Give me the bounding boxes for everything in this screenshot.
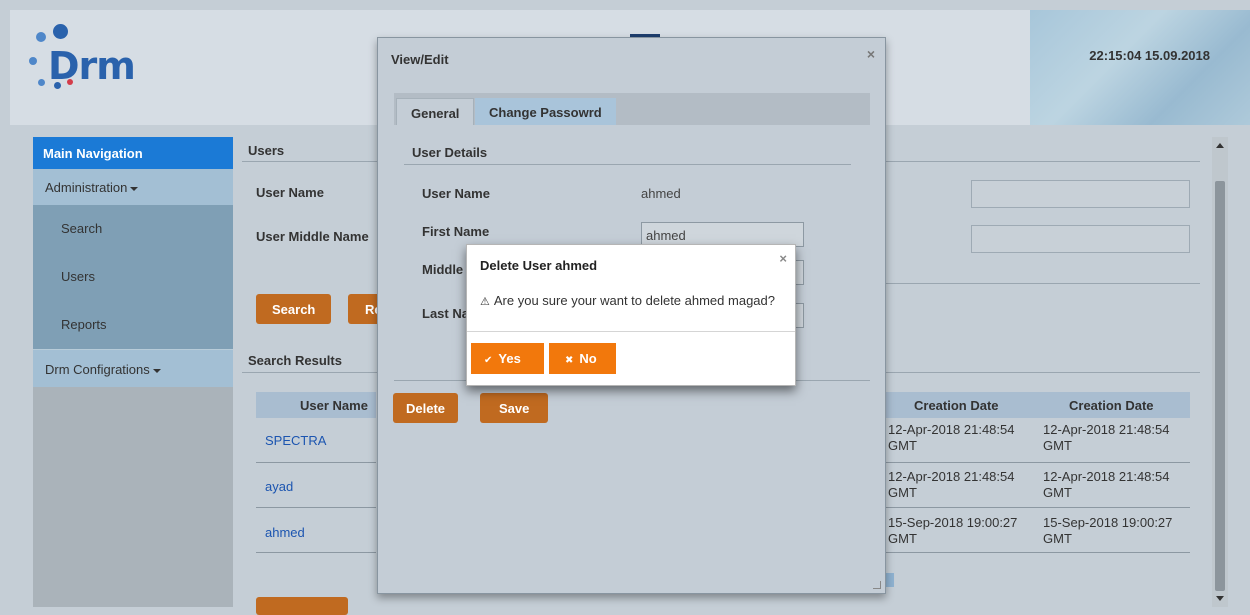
page-scrollbar[interactable] [1212, 137, 1228, 607]
search-field-2[interactable] [971, 225, 1190, 253]
sidebar-submenu: Search Users Reports [33, 205, 233, 349]
table-cell: 15-Sep-2018 19:00:27 GMT [1043, 515, 1173, 546]
modal-title: View/Edit [391, 52, 449, 67]
user-link-ahmed[interactable]: ahmed [265, 525, 305, 540]
tab-change-password[interactable]: Change Passowrd [475, 98, 616, 125]
sidebar-item-users[interactable]: Users [33, 253, 233, 301]
sidebar-item-label: Drm Configrations [45, 362, 150, 377]
tab-general[interactable]: General [396, 98, 475, 125]
search-field-1[interactable] [971, 180, 1190, 208]
sidebar-item-label: Administration [45, 180, 128, 195]
tab-bar: General Change Passowrd [394, 93, 870, 125]
table-cell: 12-Apr-2018 21:48:54 GMT [888, 422, 1015, 453]
resize-handle-icon[interactable] [873, 581, 881, 589]
divider [886, 283, 1200, 284]
no-button[interactable]: ✖ No [549, 343, 616, 374]
table-cell: 15-Sep-2018 19:00:27 GMT [888, 515, 1018, 546]
middle-name-label: Middle [422, 262, 464, 277]
warning-icon: ⚠ [480, 296, 490, 308]
row-divider [256, 507, 376, 508]
last-name-label: Last Na [422, 306, 469, 321]
row-divider [256, 552, 376, 553]
sidebar-item-administration[interactable]: Administration [33, 169, 233, 205]
user-middle-name-label: User Middle Name [256, 229, 369, 244]
user-details-title: User Details [412, 145, 488, 160]
first-name-label: First Name [422, 224, 490, 239]
users-section-title: Users [248, 143, 285, 158]
sidebar-title: Main Navigation [33, 137, 233, 169]
search-results-title: Search Results [248, 353, 342, 368]
divider [467, 331, 795, 332]
sidebar-item-configurations[interactable]: Drm Configrations [33, 349, 233, 387]
yes-label: Yes [498, 351, 521, 366]
divider [404, 164, 851, 165]
dialog-message-text: Are you sure your want to delete ahmed m… [493, 293, 775, 308]
dialog-title: Delete User ahmed [480, 258, 598, 273]
header-background-image [1030, 10, 1250, 125]
close-icon[interactable]: × [867, 46, 875, 62]
delete-button[interactable]: Delete [393, 393, 459, 423]
table-cell: 12-Apr-2018 21:48:54 GMT [1043, 422, 1170, 453]
close-icon[interactable]: × [779, 251, 787, 266]
column-header-user-name[interactable]: User Name [256, 392, 376, 418]
no-label: No [579, 351, 597, 366]
scroll-up-icon[interactable] [1216, 143, 1224, 148]
yes-button[interactable]: ✔ Yes [471, 343, 544, 374]
row-divider [886, 507, 1190, 508]
drm-logo: Drm [26, 24, 146, 104]
search-button[interactable]: Search [256, 294, 332, 324]
column-header-creation-date[interactable]: Creation Date Creation Date [886, 392, 1190, 418]
user-link-ayad[interactable]: ayad [265, 479, 293, 494]
delete-confirm-dialog: Delete User ahmed × ⚠ Are you sure your w… [466, 244, 796, 386]
bottom-button[interactable] [256, 597, 348, 615]
scroll-down-icon[interactable] [1216, 596, 1224, 601]
row-divider [256, 462, 376, 463]
user-link-spectra[interactable]: SPECTRA [265, 433, 326, 448]
clock: 22:15:04 15.09.2018 [1089, 48, 1210, 63]
row-divider [886, 552, 1190, 553]
caret-down-icon [152, 368, 161, 373]
table-cell: 12-Apr-2018 21:48:54 GMT [1043, 469, 1170, 500]
caret-down-icon [130, 186, 139, 191]
check-icon: ✔ [484, 355, 493, 366]
sidebar-item-reports[interactable]: Reports [33, 301, 233, 349]
table-cell: 12-Apr-2018 21:48:54 GMT [888, 469, 1015, 500]
save-button[interactable]: Save [480, 393, 549, 423]
sidebar: Main Navigation Administration Search Us… [33, 137, 233, 607]
row-divider [886, 462, 1190, 463]
user-name-value: ahmed [641, 186, 681, 201]
user-name-label: User Name [422, 186, 490, 201]
user-name-label: User Name [256, 185, 324, 200]
sidebar-item-search[interactable]: Search [33, 205, 233, 253]
x-icon: ✖ [565, 355, 574, 366]
logo-text: Drm [48, 44, 136, 88]
dialog-message: ⚠ Are you sure your want to delete ahmed … [480, 293, 775, 308]
scroll-thumb[interactable] [1215, 181, 1225, 591]
